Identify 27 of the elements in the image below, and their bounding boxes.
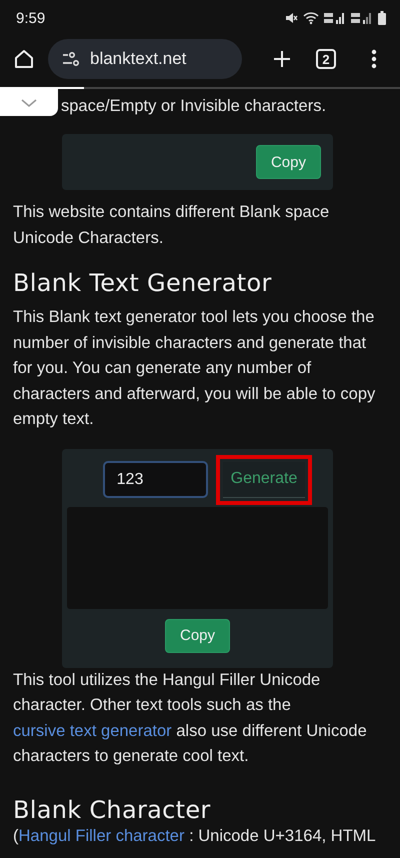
wifi-icon — [303, 11, 319, 25]
signal-icon — [351, 11, 373, 25]
mute-icon — [284, 11, 298, 25]
copy-button[interactable]: Copy — [164, 618, 230, 652]
url-text: blanktext.net — [90, 49, 186, 69]
tab-count-button[interactable]: 2 — [316, 49, 336, 69]
chevron-down-icon[interactable] — [21, 98, 37, 108]
paragraph-text: space/Empty or Invisible characters. — [61, 96, 328, 117]
section-heading: Blank Text Generator — [13, 269, 273, 297]
text-link[interactable]: Hangul Filler character — [18, 826, 184, 844]
menu-icon[interactable] — [371, 49, 377, 69]
battery-icon — [378, 11, 386, 25]
text-link[interactable]: cursive text generator — [13, 722, 172, 740]
status-time: 9:59 — [16, 10, 46, 26]
paragraph-text: (Hangul Filler character : Unicode U+3164, HTML — [13, 826, 377, 846]
paragraph-text: This tool utilizes the Hangul Filler Unicode character. Other text tools such as the cursive text generator also use different Unicode characters to generate cool text. — [13, 670, 368, 767]
paragraph-text: This website contains different Blank space Unicode Characters. — [13, 202, 330, 248]
signal-icon — [324, 11, 346, 25]
collapse-tab[interactable] — [0, 89, 58, 116]
count-input[interactable]: 123 — [102, 461, 208, 498]
section-heading: Blank Character — [13, 796, 212, 824]
home-icon[interactable] — [13, 48, 35, 70]
tune-icon[interactable] — [62, 52, 80, 66]
copy-button[interactable]: Copy — [256, 145, 321, 179]
address-bar[interactable]: blanktext.net — [48, 39, 242, 79]
paragraph-text: This Blank text generator tool lets you choose the number of invisible characters and generate that for you. You can generate any number of characters and afterward, you will be able to copy empty text. — [13, 307, 376, 430]
plus-icon[interactable] — [272, 49, 292, 69]
